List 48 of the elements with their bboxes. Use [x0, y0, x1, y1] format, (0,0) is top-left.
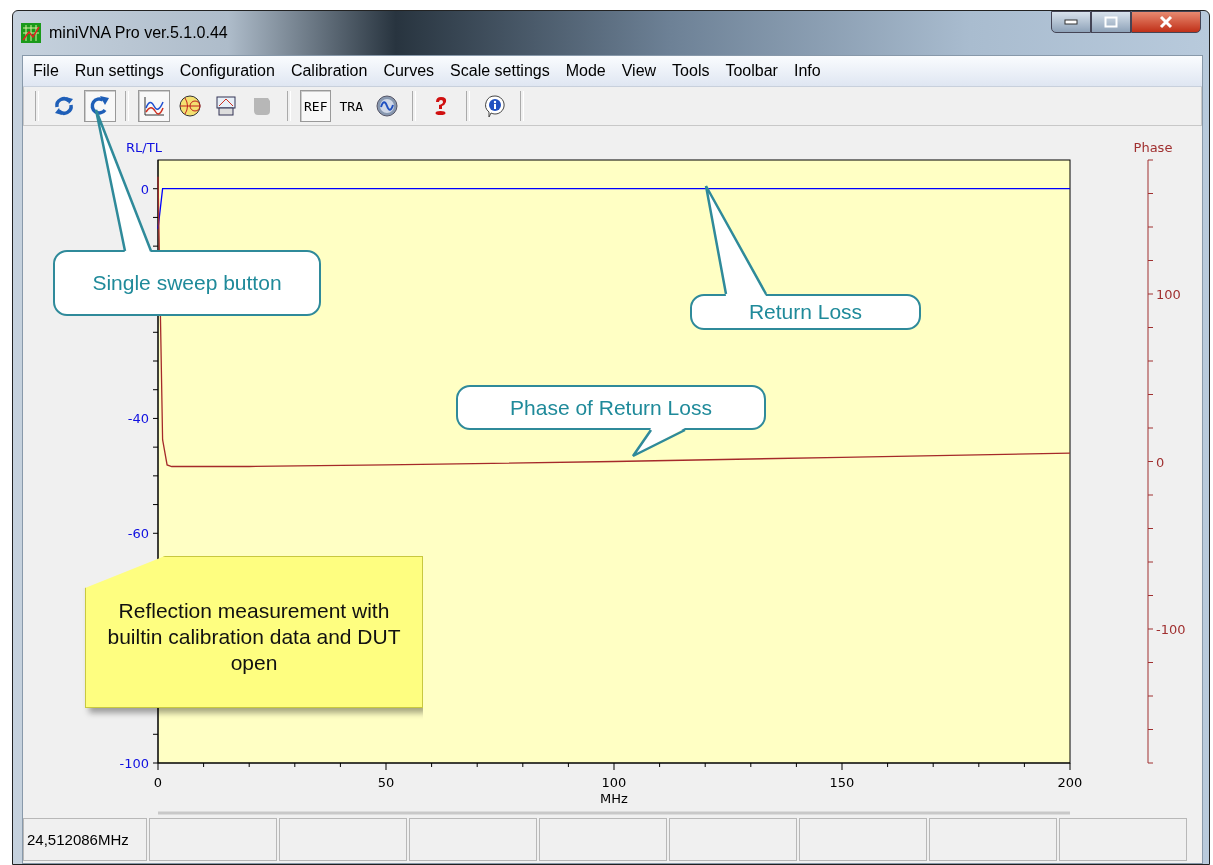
toolbar-button[interactable]	[138, 90, 170, 122]
x-tick-label: 50	[377, 775, 395, 790]
callout: Return Loss	[690, 294, 921, 330]
minimize-icon	[1064, 19, 1078, 25]
y-tick-label: -40	[127, 411, 149, 427]
menu-item[interactable]: Scale settings	[442, 62, 558, 80]
toolbar-button[interactable]: REF	[300, 90, 332, 122]
y-tick-label: -100	[119, 756, 149, 771]
x-tick-label: 100	[601, 775, 627, 790]
sync-icon	[52, 94, 76, 118]
menu-item[interactable]: Tools	[664, 62, 718, 80]
sine-circle-icon	[374, 94, 399, 118]
menu-item[interactable]: Mode	[557, 62, 614, 80]
close-button[interactable]	[1131, 11, 1201, 33]
menu-item[interactable]: View	[613, 62, 665, 80]
info-icon	[482, 94, 507, 118]
y-axis-label: RL/TL	[126, 140, 162, 155]
x-axis-label: MHz	[600, 791, 628, 806]
menu-item[interactable]: Calibration	[282, 62, 376, 80]
phase-tick-label: 100	[1156, 287, 1181, 302]
maximize-icon	[1104, 16, 1118, 28]
toolbar-button[interactable]: TRA	[335, 90, 367, 122]
graph-icon	[142, 94, 166, 118]
menu-item[interactable]: Info	[785, 62, 829, 80]
menu-item[interactable]: Configuration	[171, 62, 283, 80]
x-tick-label: 200	[1057, 775, 1083, 790]
note-text: Reflection measurement with builtin calibration data and DUT open	[106, 597, 402, 677]
window-title: miniVNA Pro ver.5.1.0.44	[49, 24, 228, 42]
menu-item[interactable]: Run settings	[66, 62, 172, 80]
y-tick-label: 0	[140, 181, 149, 197]
close-icon	[1158, 15, 1174, 29]
phase-tick-label: -100	[1156, 622, 1186, 637]
app-logo-icon	[21, 23, 41, 43]
toolbar-button[interactable]	[84, 90, 116, 122]
menu-item[interactable]: File	[25, 62, 67, 80]
printer-icon	[214, 94, 238, 118]
redo-icon	[88, 94, 112, 118]
maximize-button[interactable]	[1091, 11, 1131, 33]
menu-item[interactable]: Curves	[375, 62, 443, 80]
phase-tick-label: 0	[1156, 454, 1165, 470]
status-frequency: 24,512086MHz	[23, 818, 147, 861]
phase-axis-label: Phase	[1133, 140, 1173, 155]
minimize-button[interactable]	[1051, 11, 1091, 33]
x-tick-label: 150	[829, 775, 855, 790]
x-tick-label: 0	[153, 775, 163, 790]
y-tick-label: -60	[127, 526, 149, 542]
menu-item[interactable]: Toolbar	[717, 62, 786, 80]
smith-chart-icon	[178, 94, 202, 118]
